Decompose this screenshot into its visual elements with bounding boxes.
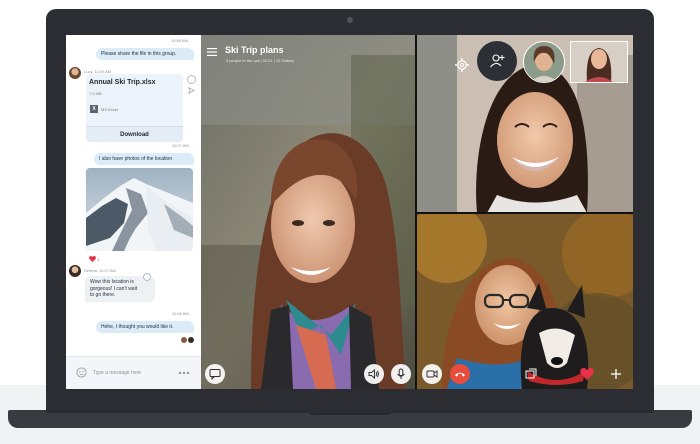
participant-avatar[interactable] [523,41,565,83]
hamburger-menu-icon[interactable] [207,48,217,56]
avatar-serena[interactable] [69,265,81,277]
download-button[interactable]: Download [86,126,183,142]
forward-icon[interactable] [188,87,195,94]
tile-divider [417,212,633,214]
call-subtitle: 3 people in the call | 02:21 | 10 Galler… [226,58,295,63]
more-options-button[interactable] [606,364,626,384]
file-size: 7.6 MB [89,91,102,96]
video-camera-icon [426,370,438,378]
app-screen: 10:59 AM Please share the file in this g… [66,35,633,389]
heart-icon [580,368,594,380]
heart-reaction-icon[interactable] [89,256,96,262]
speaker-icon [368,368,379,380]
file-name: Annual Ski Trip.xlsx [89,79,156,86]
outgoing-message[interactable]: Please share the file in this group. [96,48,194,60]
video-tile-participant-2[interactable] [417,35,633,213]
chat-panel: 10:59 AM Please share the file in this g… [66,35,201,389]
reaction-count: 1 [97,257,100,262]
more-dots-icon[interactable] [178,371,190,375]
self-view-thumbnail[interactable] [570,41,628,83]
excel-file-icon: X [90,105,98,113]
end-call-button[interactable] [450,364,470,384]
message-line: to go there. [90,292,116,298]
microphone-icon [397,368,405,379]
webcam-dot [347,17,353,23]
read-receipt-avatar [188,337,194,343]
end-call-icon [455,372,465,377]
message-composer[interactable]: Type a message here [66,356,201,389]
screen-share-icon [525,368,537,379]
chat-toggle-button[interactable] [205,364,225,384]
message-input[interactable]: Type a message here [93,370,141,376]
heart-react-button[interactable] [577,364,597,384]
read-receipt-avatar [181,337,187,343]
shared-photo-mountain[interactable] [86,168,193,251]
message-sender: Serena, 11:07 AM [84,268,116,273]
file-type: MS Excel [101,107,118,112]
file-attachment-card[interactable]: Annual Ski Trip.xlsx 7.6 MB X MS Excel D… [86,74,183,142]
avatar-lucy[interactable] [69,67,81,79]
call-title: Ski Trip plans [225,45,284,55]
outgoing-message[interactable]: I also have photos of the location [94,153,194,165]
emoji-icon[interactable] [76,367,87,378]
emoji-react-icon[interactable] [143,273,151,281]
emoji-react-icon[interactable] [187,75,196,84]
gear-icon [455,58,469,72]
message-time: 11:07 AM [172,143,189,148]
outgoing-message[interactable]: Hehe, I thought you would like it. [96,321,194,333]
video-tile-main[interactable]: Ski Trip plans 3 people in the call | 02… [201,35,415,389]
video-toggle-button[interactable] [422,364,442,384]
microphone-button[interactable] [391,364,411,384]
message-time: 11:08 AM [172,311,189,316]
speaker-button[interactable] [364,364,384,384]
message-time: 10:59 AM [171,38,188,43]
chat-icon [209,369,221,380]
plus-icon [611,369,621,379]
settings-button[interactable] [454,57,470,73]
screen-share-button[interactable] [521,364,541,384]
add-person-icon [490,54,505,68]
call-header: Ski Trip plans 3 people in the call | 02… [201,35,415,69]
video-tile-participant-3[interactable] [417,213,633,389]
add-participant-button[interactable] [477,41,517,81]
